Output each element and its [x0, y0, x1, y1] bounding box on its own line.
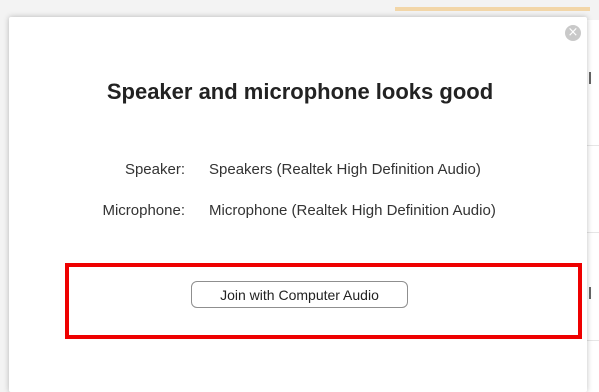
- microphone-value: Microphone (Realtek High Definition Audi…: [209, 202, 496, 219]
- microphone-row: Microphone: Microphone (Realtek High Def…: [9, 202, 587, 224]
- speaker-label: Speaker:: [124, 161, 185, 178]
- dialog-title: Speaker and microphone looks good: [106, 79, 494, 104]
- speaker-row: Speaker: Speakers (Realtek High Definiti…: [9, 161, 587, 183]
- join-with-computer-audio-button[interactable]: Join with Computer Audio: [191, 281, 408, 308]
- audio-check-dialog: × Speaker and microphone looks good Spea…: [9, 17, 587, 392]
- background-accent-strip: [395, 7, 590, 11]
- background-text-fragment: [589, 287, 597, 299]
- microphone-label: Microphone:: [102, 202, 185, 219]
- close-icon[interactable]: ×: [565, 25, 581, 41]
- speaker-value: Speakers (Realtek High Definition Audio): [209, 161, 481, 178]
